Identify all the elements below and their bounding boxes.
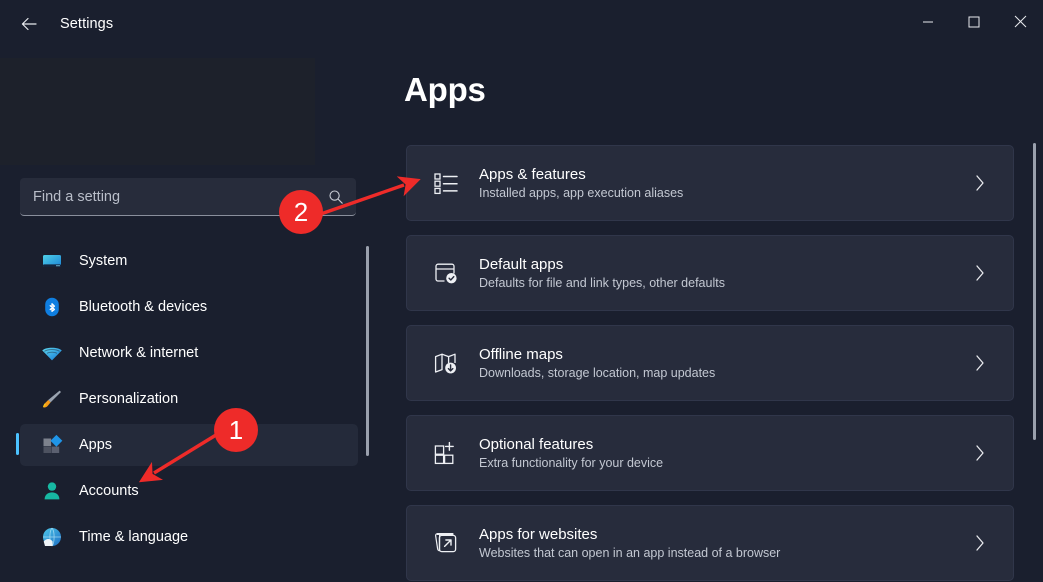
globe-clock-icon <box>38 526 66 548</box>
minimize-button[interactable] <box>905 0 951 48</box>
map-download-icon <box>429 350 463 376</box>
sidebar-item-label: Apps <box>79 437 113 453</box>
card-apps-and-features[interactable]: Apps & features Installed apps, app exec… <box>406 145 1014 221</box>
card-subtitle: Extra functionality for your device <box>479 456 664 470</box>
card-default-apps[interactable]: Default apps Defaults for file and link … <box>406 235 1014 311</box>
close-button[interactable] <box>997 0 1043 48</box>
sidebar-item-time-language[interactable]: Time & language <box>20 516 358 558</box>
card-title: Offline maps <box>479 346 563 363</box>
sidebar-item-system[interactable]: System <box>20 240 358 282</box>
card-title: Optional features <box>479 436 594 453</box>
sidebar-item-bluetooth-devices[interactable]: Bluetooth & devices <box>20 286 358 328</box>
maximize-icon <box>968 15 980 33</box>
paintbrush-icon <box>38 388 66 410</box>
settings-window: Settings Find a setting System Bluetooth… <box>0 0 1043 582</box>
sidebar-item-personalization[interactable]: Personalization <box>20 378 358 420</box>
card-subtitle: Websites that can open in an app instead… <box>479 546 781 560</box>
card-subtitle: Installed apps, app execution aliases <box>479 186 684 200</box>
card-text: Apps & features Installed apps, app exec… <box>479 166 973 200</box>
sidebar-item-accounts[interactable]: Accounts <box>20 470 358 512</box>
card-title: Default apps <box>479 256 564 273</box>
page-title: Apps <box>404 71 486 108</box>
monitor-icon <box>38 250 66 272</box>
chevron-right-icon <box>973 353 987 373</box>
card-subtitle: Defaults for file and link types, other … <box>479 276 725 290</box>
card-apps-for-websites[interactable]: Apps for websites Websites that can open… <box>406 505 1014 581</box>
search-input[interactable] <box>20 178 356 216</box>
sidebar-nav: System Bluetooth & devices Network & int… <box>0 236 380 562</box>
card-offline-maps[interactable]: Offline maps Downloads, storage location… <box>406 325 1014 401</box>
external-link-icon <box>429 530 463 556</box>
close-icon <box>1014 15 1027 33</box>
apps-icon <box>38 434 66 456</box>
sidebar-item-label: Personalization <box>79 391 179 407</box>
chevron-right-icon <box>973 443 987 463</box>
grid-plus-icon <box>429 440 463 466</box>
sidebar: System Bluetooth & devices <box>0 48 380 582</box>
sidebar-scrollbar[interactable] <box>366 246 369 456</box>
back-arrow-icon <box>19 14 39 34</box>
sidebar-item-label: Accounts <box>79 483 139 499</box>
bluetooth-icon <box>38 296 66 318</box>
chevron-right-icon <box>973 263 987 283</box>
chevron-right-icon <box>973 173 987 193</box>
sidebar-item-label: Network & internet <box>79 345 199 361</box>
window-check-icon <box>429 260 463 286</box>
minimize-icon <box>922 15 934 33</box>
card-title: Apps & features <box>479 166 586 183</box>
card-optional-features[interactable]: Optional features Extra functionality fo… <box>406 415 1014 491</box>
card-text: Default apps Defaults for file and link … <box>479 256 973 290</box>
sidebar-item-apps[interactable]: Apps <box>16 424 358 466</box>
title-bar: Settings <box>0 0 1043 48</box>
list-bullets-icon <box>429 170 463 196</box>
card-subtitle: Downloads, storage location, map updates <box>479 366 716 380</box>
main-scrollbar[interactable] <box>1033 143 1036 440</box>
card-text: Apps for websites Websites that can open… <box>479 526 973 560</box>
wifi-icon <box>38 342 66 364</box>
sidebar-item-network-internet[interactable]: Network & internet <box>20 332 358 374</box>
back-button[interactable] <box>10 8 48 40</box>
window-controls <box>905 0 1043 48</box>
main-content: Apps Apps & features Installed apps, app… <box>380 48 1043 582</box>
card-title: Apps for websites <box>479 526 598 543</box>
window-title: Settings <box>60 16 114 32</box>
card-text: Offline maps Downloads, storage location… <box>479 346 973 380</box>
chevron-right-icon <box>973 533 987 553</box>
card-text: Optional features Extra functionality fo… <box>479 436 973 470</box>
sidebar-item-label: Bluetooth & devices <box>79 299 208 315</box>
search-container <box>20 178 356 216</box>
person-icon <box>38 480 66 502</box>
settings-card-list: Apps & features Installed apps, app exec… <box>406 145 1014 582</box>
sidebar-item-label: Time & language <box>79 529 189 545</box>
maximize-button[interactable] <box>951 0 997 48</box>
sidebar-item-label: System <box>79 253 128 269</box>
